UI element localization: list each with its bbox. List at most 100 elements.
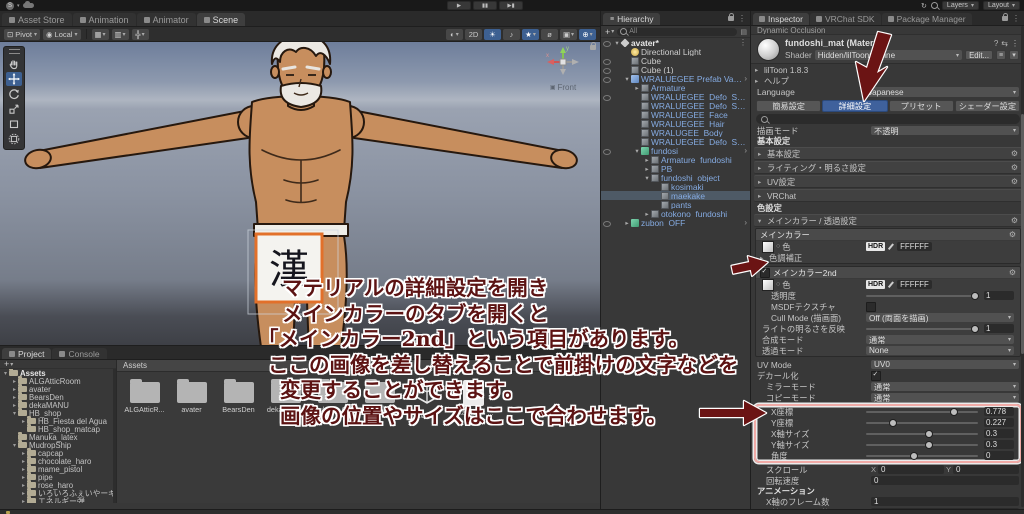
slider-value-field[interactable]: 0.3 [984, 440, 1014, 449]
cloud-collab-icon[interactable] [22, 1, 34, 8]
visibility-toggle-icon[interactable] [603, 76, 611, 83]
hierarchy-row-wraluegee-defo-slacks[interactable]: WRALUEGEE_Defo_Slacks [601, 101, 751, 110]
layers-dropdown[interactable]: Layers ▾ [941, 1, 979, 10]
gizmos-dropdown[interactable]: ⊕ ▾ [579, 28, 596, 40]
expand-arrow-icon[interactable]: ▾ [623, 75, 631, 83]
setting-value-field[interactable]: 1 [871, 497, 1019, 506]
setting-checkbox[interactable] [871, 370, 881, 381]
scene-orientation-gizmo[interactable]: y x ▣ Front [538, 44, 588, 92]
expand-arrow-icon[interactable]: ▸ [20, 482, 27, 489]
2d-toggle[interactable]: 2D [465, 28, 482, 40]
setting-value-field[interactable]: 0 [871, 476, 1019, 485]
expand-arrow-icon[interactable]: ▸ [11, 386, 18, 393]
prefab-open-arrow-icon[interactable]: › [742, 218, 747, 227]
color-hex-value[interactable]: FFFFFF [897, 280, 932, 289]
kebab-menu-icon[interactable]: ⋮ [739, 38, 747, 47]
scene-viewport[interactable]: 漢 y x ▣ Front [0, 42, 600, 347]
expand-arrow-icon[interactable]: ▸ [20, 490, 27, 497]
hierarchy-search-input[interactable]: All [617, 27, 738, 36]
gear-icon[interactable]: ⚙ [1009, 268, 1016, 277]
foldout-vrchat[interactable]: ▸ VRChat [754, 189, 1022, 202]
slider-knob[interactable] [924, 430, 933, 438]
hierarchy-row-cube[interactable]: Cube [601, 56, 751, 65]
subsection-2nd[interactable]: メインカラー2nd ⚙ [756, 267, 1020, 279]
color-hex-value[interactable]: FFFFFF [897, 242, 932, 251]
hierarchy-row-wraluegee-defo-shirt[interactable]: WRALUEGEE_Defo_Shirt [601, 92, 751, 101]
expand-arrow-icon[interactable]: ▸ [20, 466, 27, 473]
hierarchy-row-maekake[interactable]: maekake [601, 191, 751, 200]
foldout-uv[interactable]: ▸ UV設定 ⚙ [754, 175, 1022, 188]
slider-knob[interactable] [970, 292, 979, 300]
inspector-tab-package-manager[interactable]: Package Manager [881, 13, 972, 25]
kebab-menu-icon[interactable]: ⋮ [1011, 39, 1019, 48]
presets-icon[interactable]: ⇆ [1001, 39, 1008, 48]
setting-dropdown[interactable]: Off (両面を描画) [866, 313, 1014, 323]
scale-tool-button[interactable] [6, 102, 22, 116]
expand-arrow-icon[interactable]: ▾ [11, 442, 18, 449]
hierarchy-row-otokono-fundoshi[interactable]: ▸ otokono_fundoshi [601, 209, 751, 218]
gear-icon[interactable]: ⚙ [1011, 216, 1018, 225]
hierarchy-row-pb[interactable]: ▸ PB [601, 164, 751, 173]
move-tool-button[interactable] [6, 72, 22, 86]
project-item-examples[interactable]: Examples ... [451, 377, 496, 420]
expand-arrow-icon[interactable]: ▸ [11, 378, 18, 385]
setting-dropdown[interactable]: 通常 [871, 393, 1019, 403]
pause-button[interactable]: ▮▮ [473, 1, 497, 10]
shader-dropdown[interactable]: Hidden/lilToonOutline [814, 50, 963, 60]
hdr-badge[interactable]: HDR [866, 242, 886, 251]
hierarchy-row-kosimaki[interactable]: kosimaki [601, 182, 751, 191]
camera-settings-dropdown[interactable]: ▣ ▾ [560, 28, 577, 40]
effects-dropdown[interactable]: ★ ▾ [522, 28, 539, 40]
subsection-item[interactable]: メインカラー ⚙ [756, 229, 1020, 241]
shader-caret-button[interactable]: ▾ [1009, 50, 1019, 60]
axis-gizmo-icon[interactable]: y x [541, 44, 585, 80]
scene-tab-animation[interactable]: Animation [72, 13, 136, 26]
inspector-search-input[interactable] [756, 114, 1020, 124]
slider-track[interactable] [866, 430, 978, 438]
mode-button-item[interactable]: 簡易設定 [756, 100, 822, 112]
eyedropper-icon[interactable] [887, 242, 895, 251]
slider-knob[interactable] [888, 419, 897, 427]
slider-track[interactable] [866, 408, 978, 416]
expand-arrow-icon[interactable]: ▸ [20, 498, 27, 504]
mode-button-item[interactable]: 詳細設定 [822, 100, 888, 112]
expand-arrow-icon[interactable]: ▾ [633, 147, 641, 155]
hierarchy-add-button[interactable]: + ▾ [605, 27, 614, 37]
kebab-menu-icon[interactable]: ⋮ [738, 14, 746, 23]
hierarchy-row-cube-1[interactable]: Cube (1) [601, 65, 751, 74]
vertex-snap-dropdown[interactable]: ╬ ▾ [131, 28, 149, 40]
gear-icon[interactable]: ⚙ [1011, 163, 1018, 172]
hierarchy-row-wraluegee-prefab-variant[interactable]: ▾ WRALUEGEE Prefab Variant › [601, 74, 751, 83]
material-preview-sphere[interactable] [757, 38, 780, 61]
foldout-item[interactable]: ▸ 基本設定 ⚙ [754, 147, 1022, 160]
slider-value-field[interactable]: 0.227 [984, 418, 1014, 427]
scene-audio-toggle[interactable]: ♪ [503, 28, 520, 40]
slider-track[interactable] [866, 441, 978, 449]
project-item-avater[interactable]: avater [169, 377, 214, 420]
slider-knob[interactable] [970, 325, 979, 333]
prefab-open-arrow-icon[interactable]: › [742, 146, 747, 155]
visibility-toggle-icon[interactable] [603, 58, 611, 65]
hierarchy-row-pants[interactable]: pants [601, 200, 751, 209]
expand-arrow-icon[interactable]: ▸ [11, 394, 18, 401]
expand-arrow-icon[interactable]: ▾ [11, 410, 18, 417]
setting-dropdown[interactable]: 通常 [871, 382, 1019, 392]
project-add-button[interactable]: + ▾ [4, 359, 13, 369]
visibility-toggle-icon[interactable] [603, 148, 611, 155]
search-filter-icon[interactable]: ▤ [740, 28, 747, 36]
texture-slot-circle-icon[interactable]: ○ [776, 281, 780, 288]
shader-edit-button[interactable]: Edit... [965, 50, 993, 60]
project-item-algatticr[interactable]: ALGAtticR... [122, 377, 167, 420]
visibility-toggle-icon[interactable] [603, 94, 611, 101]
eyedropper-icon[interactable] [887, 280, 895, 289]
toolstrip-drag-handle[interactable] [8, 49, 20, 54]
account-dropdown-caret-icon[interactable]: ▾ [17, 3, 20, 9]
setting-dropdown[interactable]: 不透明 [871, 126, 1019, 136]
character-model[interactable]: 漢 [0, 42, 600, 347]
liltoon-version-foldout[interactable]: ▸ lilToon 1.8.3 [751, 64, 1024, 75]
prefab-open-arrow-icon[interactable]: › [742, 74, 747, 83]
tab-hierarchy[interactable]: ≡ Hierarchy [603, 13, 661, 25]
hand-tool-button[interactable] [6, 57, 22, 71]
inspector-tab-inspector[interactable]: Inspector [753, 13, 809, 25]
mode-button-item[interactable]: シェーダー設定 [954, 100, 1020, 112]
